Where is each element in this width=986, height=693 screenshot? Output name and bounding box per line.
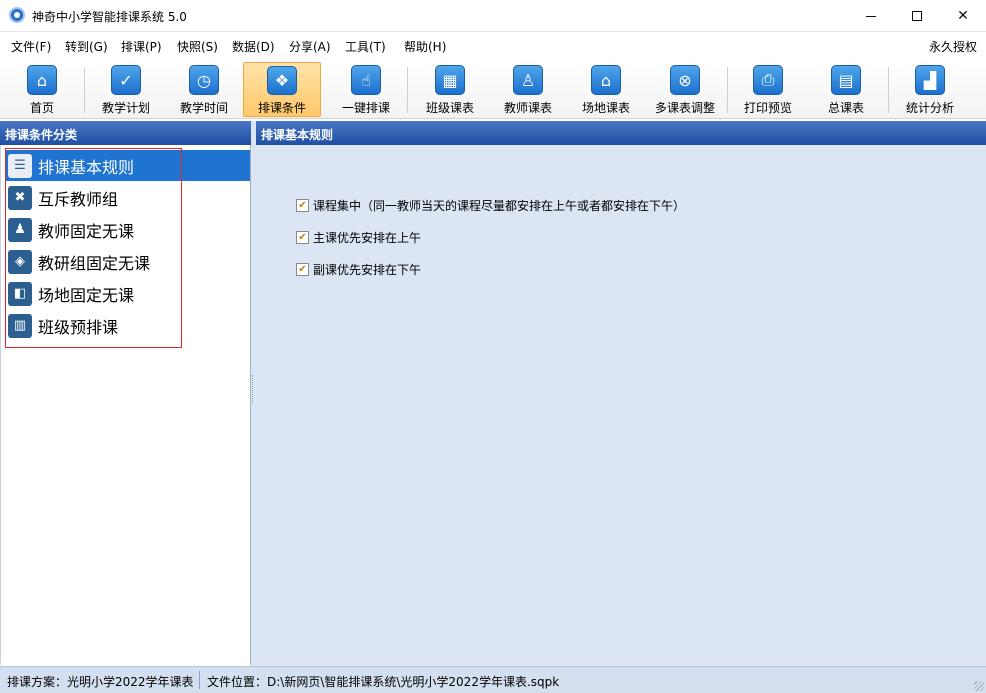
menu-data[interactable]: 数据(D) (232, 38, 275, 55)
maximize-button[interactable] (894, 0, 940, 32)
toolbar-separator (888, 67, 889, 113)
title-bar: 神奇中小学智能排课系统 5.0 ✕ (0, 0, 986, 32)
status-plan: 排课方案：光明小学2022学年课表 (7, 675, 194, 689)
home-icon: ⌂ (27, 65, 57, 95)
window-title: 神奇中小学智能排课系统 5.0 (32, 10, 187, 24)
rule-label[interactable]: 主课优先安排在上午 (313, 229, 421, 246)
building-icon: ⌂ (591, 65, 621, 95)
status-file-path: 文件位置：D:\新网页\智能排课系统\光明小学2022学年课表.sqpk (207, 675, 560, 689)
cubes-icon: ❖ (267, 66, 297, 95)
menu-file[interactable]: 文件(F) (11, 38, 51, 55)
bar-chart-icon: ▟ (915, 65, 945, 95)
printer-icon: ⎙ (753, 65, 783, 95)
toolbar-label: 教学计划 (101, 101, 150, 115)
menu-schedule[interactable]: 排课(P) (121, 38, 162, 55)
rule-main-courses-morning[interactable]: ✔ 主课优先安排在上午 (296, 229, 421, 246)
book-icon: ▥ (8, 313, 32, 338)
maximize-icon (912, 11, 922, 21)
tree-item-venue-fixed-no-class[interactable]: ◧ 场地固定无课 (5, 278, 250, 309)
toolbar-label: 一键排课 (341, 101, 390, 115)
toolbar-separator (84, 67, 85, 113)
toolbar-print-preview-button[interactable]: ⎙ 打印预览 (736, 62, 800, 117)
toolbar-class-timetable-button[interactable]: ▦ 班级课表 (418, 62, 482, 117)
minimize-button[interactable] (848, 0, 894, 32)
toolbar-teaching-plan-button[interactable]: ✓ 教学计划 (93, 62, 159, 117)
rule-label[interactable]: 课程集中（同一教师当天的课程尽量都安排在上午或者都安排在下午） (313, 197, 685, 214)
toolbar-one-click-schedule-button[interactable]: ☝ 一键排课 (333, 62, 399, 117)
toolbar-multi-timetable-adjust-button[interactable]: ⊗ 多课表调整 (650, 62, 720, 117)
status-divider (199, 671, 200, 689)
clipboard-check-icon: ✓ (111, 65, 141, 95)
close-icon: ✕ (957, 8, 969, 24)
teacher-card-icon: ♙ (513, 65, 543, 95)
tree-item-label: 互斥教师组 (38, 189, 119, 209)
toolbar-master-timetable-button[interactable]: ▤ 总课表 (814, 62, 878, 117)
toolbar-label: 总课表 (827, 101, 864, 115)
toolbar-label: 打印预览 (743, 101, 792, 115)
toolbar-venue-timetable-button[interactable]: ⌂ 场地课表 (574, 62, 638, 117)
rule-checkbox[interactable]: ✔ (296, 199, 309, 212)
right-panel-header: 排课基本规则 (256, 121, 986, 145)
rule-checkbox[interactable]: ✔ (296, 231, 309, 244)
rule-minor-courses-afternoon[interactable]: ✔ 副课优先安排在下午 (296, 261, 421, 278)
toolbar-label: 多课表调整 (654, 101, 715, 115)
license-status[interactable]: 永久授权 (929, 38, 977, 55)
toolbar-separator (727, 67, 728, 113)
left-panel-header: 排课条件分类 (0, 121, 252, 145)
clock-icon: ◷ (189, 65, 219, 95)
rule-concentrate-courses[interactable]: ✔ 课程集中（同一教师当天的课程尽量都安排在上午或者都安排在下午） (296, 197, 685, 214)
floorplan-icon: ◧ (8, 281, 32, 306)
tree-item-research-group-fixed-no-class[interactable]: ◈ 教研组固定无课 (5, 246, 250, 277)
menu-snapshot[interactable]: 快照(S) (177, 38, 218, 55)
rule-label[interactable]: 副课优先安排在下午 (313, 261, 421, 278)
menu-bar: 文件(F) 转到(G) 排课(P) 快照(S) 数据(D) 分享(A) 工具(T… (0, 33, 986, 59)
toolbar: ⌂ 首页 ✓ 教学计划 ◷ 教学时间 ❖ 排课条件 ☝ 一键排课 ▦ 班级课表 … (0, 59, 986, 119)
toolbar-label: 教学时间 (179, 101, 228, 115)
clipboard-list-icon: ☰ (8, 153, 32, 178)
toolbar-teaching-time-button[interactable]: ◷ 教学时间 (171, 62, 237, 117)
tree-item-basic-rules[interactable]: ☰ 排课基本规则 (5, 150, 250, 181)
hand-pointer-icon: ☝ (351, 65, 381, 95)
toolbar-label: 教师课表 (503, 101, 552, 115)
grid-calendar-icon: ▤ (831, 65, 861, 95)
menu-share[interactable]: 分享(A) (289, 38, 331, 55)
teacher-desk-icon: ♟ (8, 217, 32, 242)
tree-item-label: 教研组固定无课 (38, 253, 151, 273)
menu-goto[interactable]: 转到(G) (65, 38, 108, 55)
calendar-icon: ▦ (435, 65, 465, 95)
tree-item-class-pre-schedule[interactable]: ▥ 班级预排课 (5, 310, 250, 341)
toolbar-label: 首页 (29, 101, 54, 115)
resize-grip-icon[interactable] (974, 681, 984, 691)
menu-tools[interactable]: 工具(T) (345, 38, 386, 55)
rule-checkbox[interactable]: ✔ (296, 263, 309, 276)
splitter-grip-icon[interactable] (252, 375, 255, 403)
cube-icon: ◈ (8, 249, 32, 274)
toolbar-teacher-timetable-button[interactable]: ♙ 教师课表 (496, 62, 560, 117)
toolbar-statistics-button[interactable]: ▟ 统计分析 (898, 62, 962, 117)
toolbar-label: 场地课表 (581, 101, 630, 115)
status-bar: 排课方案：光明小学2022学年课表 文件位置：D:\新网页\智能排课系统\光明小… (0, 666, 986, 693)
tree-item-label: 教师固定无课 (38, 221, 135, 241)
close-button[interactable]: ✕ (940, 0, 986, 32)
minimize-icon (866, 15, 876, 17)
toolbar-label: 统计分析 (905, 101, 954, 115)
teacher-exclude-icon: ✖ (8, 185, 32, 210)
tree-item-label: 班级预排课 (38, 317, 119, 337)
toolbar-separator (407, 67, 408, 113)
basic-rules-panel: ✔ 课程集中（同一教师当天的课程尽量都安排在上午或者都安排在下午） ✔ 主课优先… (256, 145, 986, 666)
toolbar-label: 排课条件 (257, 101, 306, 115)
tree-item-teacher-fixed-no-class[interactable]: ♟ 教师固定无课 (5, 214, 250, 245)
menu-help[interactable]: 帮助(H) (404, 38, 446, 55)
condition-category-tree: ☰ 排课基本规则 ✖ 互斥教师组 ♟ 教师固定无课 ◈ 教研组固定无课 ◧ 场地… (0, 145, 251, 665)
tree-item-exclusive-teacher-group[interactable]: ✖ 互斥教师组 (5, 182, 250, 213)
tree-item-label: 排课基本规则 (38, 157, 135, 177)
app-logo-icon (9, 7, 25, 23)
table-adjust-icon: ⊗ (670, 65, 700, 95)
toolbar-home-button[interactable]: ⌂ 首页 (12, 62, 72, 117)
toolbar-label: 班级课表 (425, 101, 474, 115)
tree-item-label: 场地固定无课 (38, 285, 135, 305)
toolbar-scheduling-conditions-button[interactable]: ❖ 排课条件 (243, 62, 321, 117)
